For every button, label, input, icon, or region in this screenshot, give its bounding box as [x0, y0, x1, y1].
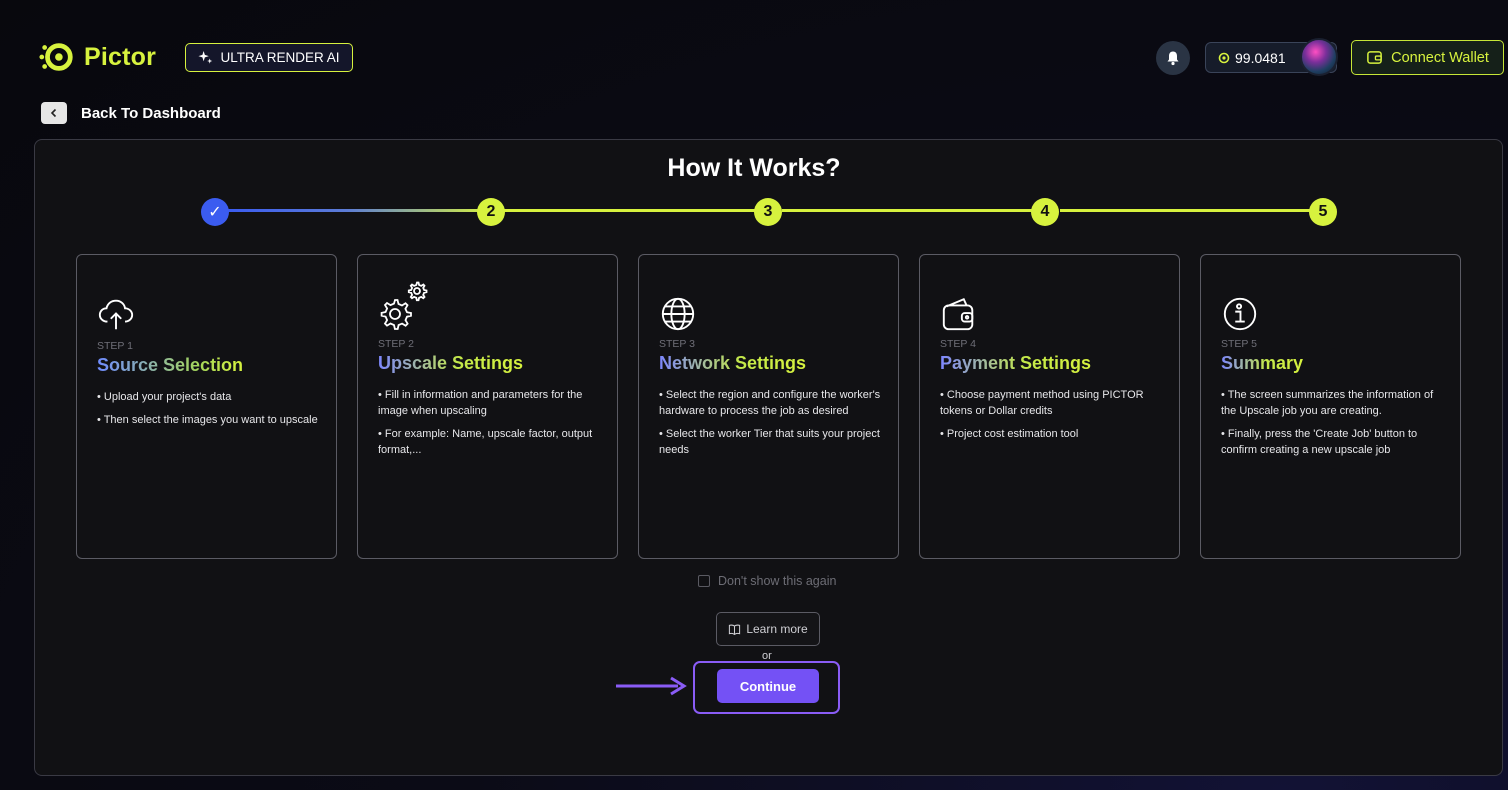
- step-label: STEP 4: [940, 338, 976, 350]
- card-bullets: • Upload your project's data • Then sele…: [97, 389, 320, 435]
- connect-wallet-button[interactable]: Connect Wallet: [1351, 40, 1504, 75]
- dont-show-checkbox[interactable]: [698, 575, 710, 587]
- bullet: • Choose payment method using PICTOR tok…: [940, 389, 1144, 417]
- bullet: • Then select the images you want to ups…: [97, 414, 318, 426]
- stepper-line-4: [1060, 209, 1314, 212]
- dont-show-again[interactable]: Don't show this again: [698, 574, 836, 588]
- stepper-line-1: [228, 209, 492, 212]
- info-icon: [1223, 297, 1257, 331]
- step-label: STEP 5: [1221, 338, 1257, 350]
- stepper-line-2: [504, 209, 758, 212]
- cloud-upload-icon: [98, 299, 134, 330]
- step-card-summary: STEP 5 Summary • The screen summarizes t…: [1200, 254, 1461, 559]
- arrow-right-icon: [616, 676, 687, 696]
- step-label: STEP 3: [659, 338, 695, 350]
- bullet: • Finally, press the 'Create Job' button…: [1221, 428, 1418, 456]
- bullet: • Select the worker Tier that suits your…: [659, 428, 880, 456]
- step-3-indicator: 3: [754, 198, 782, 226]
- gears-icon: [380, 281, 428, 330]
- step-card-source-selection: STEP 1 Source Selection • Upload your pr…: [76, 254, 337, 559]
- card-title: Network Settings: [659, 353, 807, 373]
- bell-icon: [1167, 51, 1179, 66]
- card-title: Upscale Settings: [378, 353, 524, 373]
- product-badge[interactable]: ULTRA RENDER AI: [185, 43, 353, 72]
- bullet: • Upload your project's data: [97, 391, 232, 403]
- step-label: STEP 1: [97, 340, 133, 352]
- learn-more-label: Learn more: [746, 622, 808, 636]
- step-4-indicator: 4: [1031, 198, 1059, 226]
- card-bullets: • Choose payment method using PICTOR tok…: [940, 387, 1163, 449]
- stepper-line-3: [782, 209, 1036, 212]
- connect-wallet-label: Connect Wallet: [1391, 49, 1489, 66]
- card-title: Source Selection: [97, 355, 244, 375]
- bullet: • Select the region and configure the wo…: [659, 389, 881, 417]
- dont-show-label[interactable]: Don't show this again: [718, 574, 836, 588]
- bullet: • Fill in information and parameters for…: [378, 389, 583, 417]
- step-label: STEP 2: [378, 338, 414, 350]
- step-2-indicator: 2: [477, 198, 505, 226]
- card-title: Summary: [1221, 353, 1304, 373]
- wallet-icon: [1367, 51, 1382, 64]
- card-title: Payment Settings: [940, 353, 1092, 373]
- pictor-logo-icon: [39, 43, 73, 71]
- logo-text: Pictor: [84, 42, 157, 71]
- step-card-network-settings: STEP 3 Network Settings • Select the reg…: [638, 254, 899, 559]
- pictor-token-icon: [1218, 52, 1230, 63]
- card-bullets: • Select the region and configure the wo…: [659, 387, 882, 465]
- sparkle-icon: [198, 50, 213, 64]
- user-avatar[interactable]: [1300, 38, 1338, 76]
- book-icon: [729, 624, 741, 635]
- back-to-dashboard[interactable]: Back To Dashboard: [41, 102, 221, 124]
- card-bullets: • The screen summarizes the information …: [1221, 387, 1444, 465]
- back-label[interactable]: Back To Dashboard: [81, 105, 221, 122]
- wallet-icon: [942, 298, 974, 331]
- balance-value: 99.0481: [1235, 49, 1286, 66]
- continue-button[interactable]: Continue: [717, 669, 819, 703]
- bullet: • Project cost estimation tool: [940, 428, 1079, 440]
- step-card-upscale-settings: STEP 2 Upscale Settings • Fill in inform…: [357, 254, 618, 559]
- product-badge-label: ULTRA RENDER AI: [220, 50, 340, 65]
- step-card-payment-settings: STEP 4 Payment Settings • Choose payment…: [919, 254, 1180, 559]
- step-5-indicator: 5: [1309, 198, 1337, 226]
- learn-more-button[interactable]: Learn more: [716, 612, 820, 646]
- page-title: How It Works?: [667, 154, 841, 182]
- card-bullets: • Fill in information and parameters for…: [378, 387, 601, 465]
- step-1-indicator: ✓: [201, 198, 229, 226]
- notifications-button[interactable]: [1156, 41, 1190, 75]
- pictor-logo[interactable]: Pictor: [38, 38, 156, 76]
- bullet: • For example: Name, upscale factor, out…: [378, 428, 593, 456]
- bullet: • The screen summarizes the information …: [1221, 389, 1434, 417]
- globe-icon: [661, 297, 695, 331]
- chevron-left-icon[interactable]: [41, 102, 67, 124]
